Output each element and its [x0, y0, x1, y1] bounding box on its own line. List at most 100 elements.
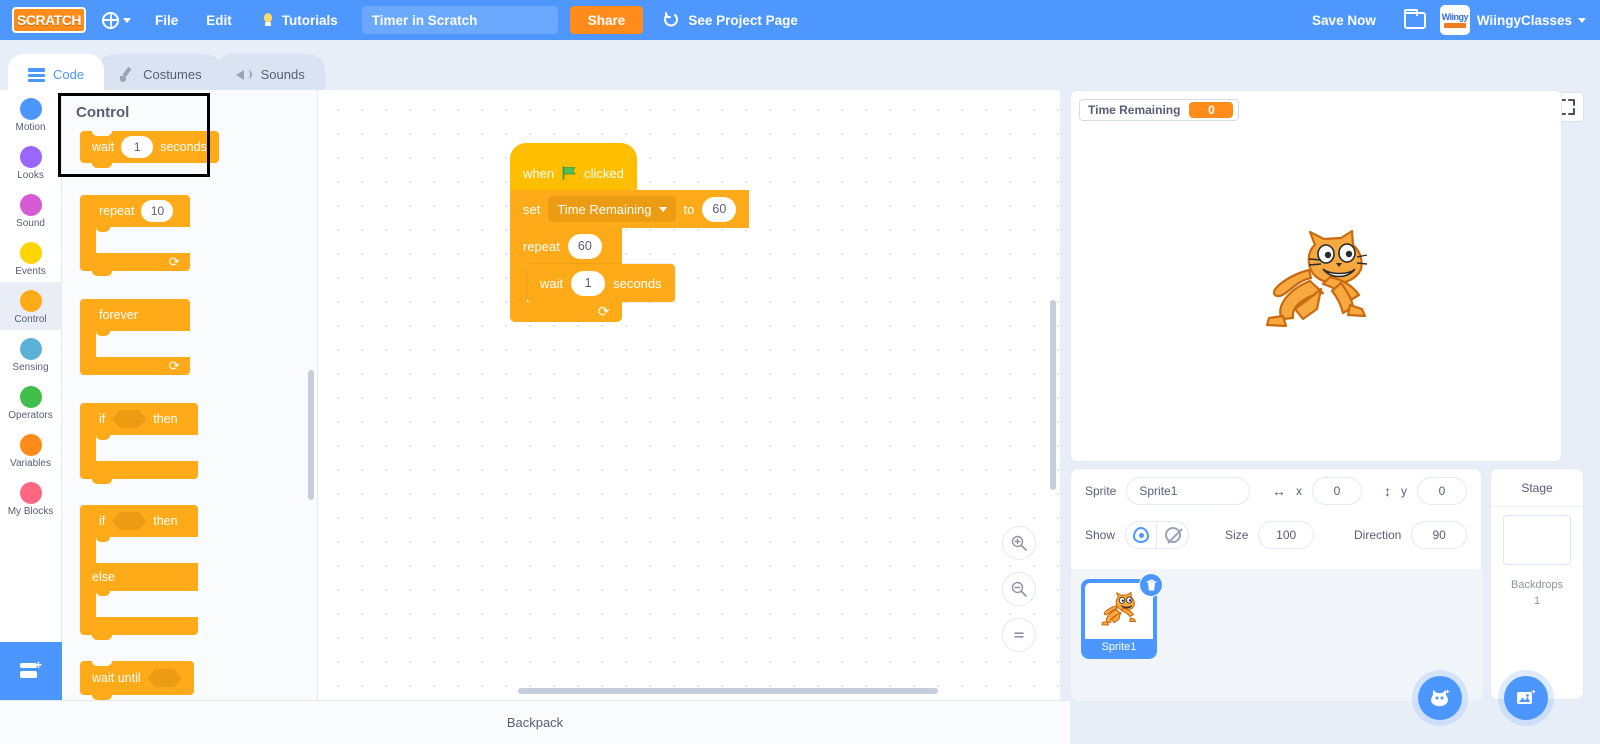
palette-block-if-else[interactable]: if then else	[80, 505, 198, 640]
choose-a-backdrop-button[interactable]	[1504, 676, 1548, 720]
repeat-value-input[interactable]: 60	[567, 233, 602, 259]
zoom-out-button[interactable]	[1002, 572, 1036, 606]
palette-block-repeat[interactable]: repeat 10 ⟲	[80, 195, 190, 276]
scratch-logo-icon[interactable]: SCRATCH	[12, 7, 86, 33]
repeat-top[interactable]: repeat 60	[510, 228, 622, 264]
category-variables-label: Variables	[10, 458, 51, 469]
script-stack[interactable]: when clicked set Time Remaining to 60 re	[510, 143, 750, 322]
add-extension-button[interactable]: +	[0, 642, 62, 700]
size-label: Size	[1225, 528, 1249, 542]
direction-input[interactable]: 90	[1411, 521, 1467, 549]
variables-color-dot	[19, 434, 42, 456]
block-palette[interactable]: Control wait 1 seconds repeat 10 ⟲ forev…	[62, 90, 318, 700]
loop-arrow-icon: ⟲	[169, 254, 180, 269]
stage-thumbnail[interactable]	[1503, 515, 1571, 565]
menu-edit[interactable]: Edit	[192, 0, 246, 40]
scratch-cat-sprite[interactable]	[1253, 229, 1381, 341]
zoom-in-button[interactable]	[1002, 526, 1036, 560]
y-input[interactable]: 0	[1416, 477, 1467, 505]
delete-sprite-button[interactable]	[1139, 573, 1163, 597]
boolean-slot[interactable]	[147, 669, 182, 687]
palette-repeat-value[interactable]: 10	[141, 200, 174, 222]
hide-sprite-button[interactable]	[1157, 521, 1190, 549]
category-events[interactable]: Events	[0, 234, 61, 282]
tab-sounds[interactable]: Sounds	[215, 54, 325, 95]
palette-ifelse-top[interactable]: if then	[80, 505, 198, 537]
category-operators[interactable]: Operators	[0, 378, 61, 426]
stage[interactable]: Time Remaining 0	[1070, 90, 1562, 462]
plus-icon: +	[34, 658, 42, 672]
boolean-slot[interactable]	[112, 410, 147, 428]
palette-ifelse-then-label: then	[153, 514, 178, 528]
workspace-horizontal-scrollbar[interactable]	[518, 688, 938, 694]
palette-block-if-then[interactable]: if then	[80, 403, 198, 484]
boolean-slot[interactable]	[112, 512, 147, 530]
palette-scrollbar[interactable]	[308, 370, 314, 500]
folder-icon	[1403, 8, 1426, 29]
category-my-blocks-label: My Blocks	[7, 506, 54, 517]
category-rail: Motion Looks Sound Events Control Sensin…	[0, 90, 62, 700]
category-sound[interactable]: Sound	[0, 186, 61, 234]
choose-a-sprite-button[interactable]	[1418, 676, 1462, 720]
workspace-vertical-scrollbar[interactable]	[1050, 300, 1056, 490]
sound-color-dot	[19, 194, 42, 216]
show-sprite-button[interactable]	[1125, 521, 1158, 549]
zoom-reset-button[interactable]	[1002, 618, 1036, 652]
category-variables[interactable]: Variables	[0, 426, 61, 474]
code-blocks-icon	[28, 67, 45, 82]
share-button[interactable]: Share	[569, 6, 644, 34]
menu-tutorials[interactable]: Tutorials	[246, 0, 352, 40]
palette-forever-top[interactable]: forever	[80, 299, 190, 331]
see-project-page-button[interactable]: See Project Page	[663, 0, 798, 40]
category-looks-label: Looks	[17, 170, 44, 181]
palette-block-wait-until[interactable]: wait until	[80, 661, 194, 700]
palette-wait-label: wait	[92, 140, 115, 154]
palette-forever-bottom: ⟲	[80, 357, 190, 375]
palette-wait-value[interactable]: 1	[121, 136, 154, 158]
tab-code[interactable]: Code	[8, 54, 105, 95]
block-set-variable[interactable]: set Time Remaining to 60	[510, 190, 750, 228]
sprite-info-row-1: Sprite Sprite1 ↔ x 0 ↕ y 0	[1071, 469, 1481, 513]
palette-if-top[interactable]: if then	[80, 403, 198, 435]
project-title-input[interactable]: Timer in Scratch	[361, 6, 558, 34]
size-input[interactable]: 100	[1258, 521, 1314, 549]
sprite-card-sprite1[interactable]: Sprite1	[1083, 573, 1163, 657]
my-stuff-button[interactable]	[1390, 0, 1440, 40]
tab-costumes[interactable]: Costumes	[98, 54, 222, 95]
block-notch	[92, 661, 112, 666]
y-label: y	[1400, 484, 1407, 498]
repeat-label: repeat	[523, 238, 560, 254]
eye-icon	[1133, 527, 1150, 543]
block-wait[interactable]: wait 1 seconds	[527, 264, 675, 302]
tabs-row: Code Costumes Sounds	[0, 40, 1600, 122]
set-value-input[interactable]: 60	[702, 196, 737, 222]
category-control-label: Control	[14, 314, 47, 325]
block-when-flag-clicked[interactable]: when clicked	[510, 143, 637, 190]
sprite-name-input[interactable]: Sprite1	[1126, 477, 1250, 505]
wait-value-input[interactable]: 1	[571, 270, 606, 296]
category-control[interactable]: Control	[0, 282, 61, 330]
palette-block-forever[interactable]: forever ⟲	[80, 299, 190, 375]
category-sensing[interactable]: Sensing	[0, 330, 61, 378]
category-motion[interactable]: Motion	[0, 90, 61, 138]
block-repeat[interactable]: repeat 60 wait 1 seconds ⟲	[510, 228, 675, 322]
code-workspace[interactable]: when clicked set Time Remaining to 60 re	[318, 90, 1060, 700]
variable-monitor[interactable]: Time Remaining 0	[1079, 99, 1240, 121]
backpack-bar[interactable]: Backpack	[0, 700, 1070, 744]
username-label[interactable]: WiingyClasses	[1477, 13, 1572, 28]
save-now-button[interactable]: Save Now	[1298, 0, 1390, 40]
palette-block-wait[interactable]: wait 1 seconds	[80, 131, 219, 168]
chevron-down-icon[interactable]	[1578, 17, 1586, 23]
add-extension-icon: +	[20, 658, 42, 680]
language-selector[interactable]	[86, 0, 141, 40]
category-looks[interactable]: Looks	[0, 138, 61, 186]
wait-units-label: seconds	[613, 275, 662, 291]
variable-dropdown[interactable]: Time Remaining	[548, 196, 676, 222]
palette-repeat-top[interactable]: repeat 10	[80, 195, 190, 227]
control-color-dot	[19, 290, 42, 312]
category-my-blocks[interactable]: My Blocks	[0, 474, 61, 522]
events-color-dot	[19, 242, 42, 264]
x-input[interactable]: 0	[1311, 477, 1362, 505]
menu-file[interactable]: File	[141, 0, 192, 40]
avatar[interactable]: Wiingy	[1439, 5, 1470, 35]
